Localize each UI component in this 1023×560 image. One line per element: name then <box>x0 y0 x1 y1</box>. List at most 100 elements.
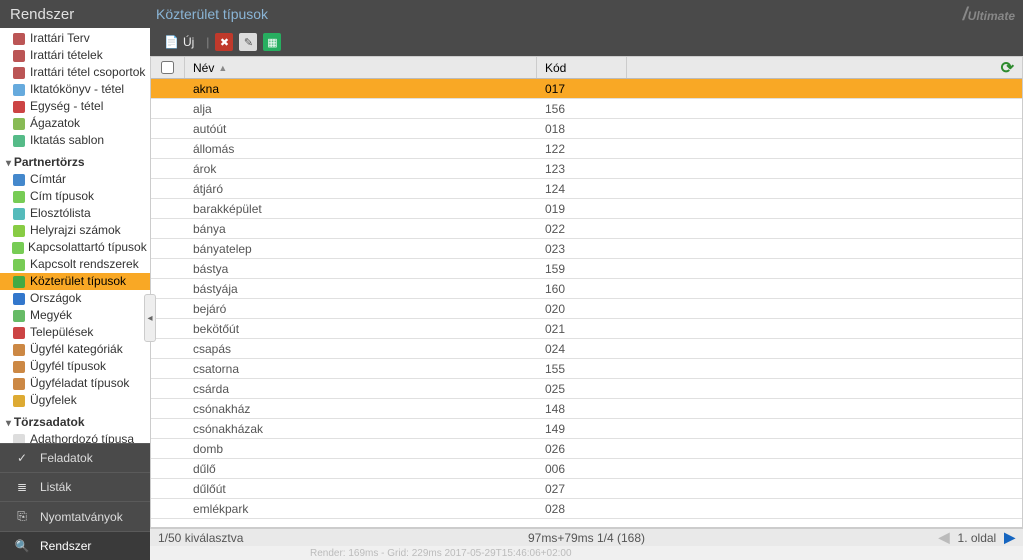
table-row[interactable]: bánya022 <box>151 219 1022 239</box>
nav-rendszer-label: Rendszer <box>40 539 91 553</box>
tree-megyek[interactable]: Megyék <box>0 307 150 324</box>
col-header-name[interactable]: Név ▲ <box>185 57 537 78</box>
table-row[interactable]: autóút018 <box>151 119 1022 139</box>
pager-next[interactable]: ▶ <box>1004 529 1015 546</box>
tree-ugyfel-kategoriak-label: Ügyfél kategóriák <box>30 342 123 357</box>
table-row[interactable]: csapás024 <box>151 339 1022 359</box>
tree-ugyfeladat-tipusok[interactable]: Ügyféladat típusok <box>0 375 150 392</box>
delete-button[interactable]: ✖ <box>215 33 233 51</box>
col-header-code[interactable]: Kód <box>537 57 627 78</box>
tree-ugyfel-tipusok[interactable]: Ügyfél típusok <box>0 358 150 375</box>
pager-prev[interactable]: ◀ <box>939 529 950 546</box>
select-all-checkbox[interactable] <box>161 61 174 74</box>
cell-name: domb <box>185 442 537 456</box>
table-row[interactable]: csónakházak149 <box>151 419 1022 439</box>
tree-iktatokonyv-tetel-label: Iktatókönyv - tétel <box>30 82 124 97</box>
sidebar-collapse-handle[interactable]: ◂ <box>144 294 156 342</box>
page-title: Közterület típusok <box>150 6 268 22</box>
refresh-icon[interactable]: ⟳ <box>1001 58 1014 78</box>
table-row[interactable]: bejáró020 <box>151 299 1022 319</box>
tree-kozterulet-tipusok[interactable]: Közterület típusok <box>0 273 150 290</box>
tree-irattari-tetel-csoportok[interactable]: Irattári tétel csoportok <box>0 64 150 81</box>
group-torzsadatok[interactable]: Törzsadatok <box>0 413 150 431</box>
tree-ugyfeladat-tipusok-icon <box>12 377 26 391</box>
tree-agazatok[interactable]: Ágazatok <box>0 115 150 132</box>
select-all-cell[interactable] <box>151 57 185 78</box>
table-row[interactable]: bástya159 <box>151 259 1022 279</box>
nav-feladatok-label: Feladatok <box>40 451 93 465</box>
tree-iktatokonyv-tetel-icon <box>12 83 26 97</box>
cell-name: dűlő <box>185 462 537 476</box>
table-row[interactable]: állomás122 <box>151 139 1022 159</box>
export-excel-button[interactable]: ▦ <box>263 33 281 51</box>
cell-code: 122 <box>537 142 627 156</box>
table-row[interactable]: csatorna155 <box>151 359 1022 379</box>
cell-name: csatorna <box>185 362 537 376</box>
cell-name: emlékpark <box>185 502 537 516</box>
grid-body: akna017alja156autóút018állomás122árok123… <box>151 79 1022 519</box>
cell-code: 019 <box>537 202 627 216</box>
tree-egyseg-tetel[interactable]: Egység - tétel <box>0 98 150 115</box>
group-partnertorzs[interactable]: Partnertörzs <box>0 153 150 171</box>
table-row[interactable]: bányatelep023 <box>151 239 1022 259</box>
cell-code: 028 <box>537 502 627 516</box>
table-row[interactable]: csónakház148 <box>151 399 1022 419</box>
cell-name: átjáró <box>185 182 537 196</box>
tree-ugyfelek-icon <box>12 394 26 408</box>
tree-adathordozo-tipusa-label: Adathordozó típusa <box>30 432 134 443</box>
table-row[interactable]: csárda025 <box>151 379 1022 399</box>
tree-elosztolista[interactable]: Elosztólista <box>0 205 150 222</box>
table-row[interactable]: árok123 <box>151 159 1022 179</box>
tree-kapcsolattarto-tipusok-label: Kapcsolattartó típusok <box>28 240 147 255</box>
tree-cim-tipusok[interactable]: Cím típusok <box>0 188 150 205</box>
tree-kozterulet-tipusok-label: Közterület típusok <box>30 274 126 289</box>
cell-name: bányatelep <box>185 242 537 256</box>
cell-code: 023 <box>537 242 627 256</box>
nav-feladatok[interactable]: ✓Feladatok <box>0 443 150 472</box>
tree-iktatas-sablon[interactable]: Iktatás sablon <box>0 132 150 149</box>
tree-elosztolista-icon <box>12 207 26 221</box>
tree-irattari-terv[interactable]: Irattári Terv <box>0 30 150 47</box>
table-row[interactable]: dűlő006 <box>151 459 1022 479</box>
tree-kapcsolattarto-tipusok[interactable]: Kapcsolattartó típusok <box>0 239 150 256</box>
table-row[interactable]: alja156 <box>151 99 1022 119</box>
tree-ugyfel-kategoriak[interactable]: Ügyfél kategóriák <box>0 341 150 358</box>
nav-rendszer-icon: 🔍 <box>14 539 30 553</box>
table-row[interactable]: átjáró124 <box>151 179 1022 199</box>
table-row[interactable]: akna017 <box>151 79 1022 99</box>
edit-button[interactable]: ✎ <box>239 33 257 51</box>
tree-iktatokonyv-tetel[interactable]: Iktatókönyv - tétel <box>0 81 150 98</box>
separator: | <box>206 35 209 49</box>
tree-kapcsolt-rendszerek-icon <box>12 258 26 272</box>
table-row[interactable]: barakképület019 <box>151 199 1022 219</box>
cell-code: 017 <box>537 82 627 96</box>
tree-adathordozo-tipusa[interactable]: Adathordozó típusa <box>0 431 150 443</box>
tree-ugyfel-kategoriak-icon <box>12 343 26 357</box>
table-row[interactable]: bekötőút021 <box>151 319 1022 339</box>
tree-irattari-tetelek-icon <box>12 49 26 63</box>
cell-code: 022 <box>537 222 627 236</box>
table-row[interactable]: bástyája160 <box>151 279 1022 299</box>
tree-cimtar[interactable]: Címtár <box>0 171 150 188</box>
tree-ugyfel-tipusok-label: Ügyfél típusok <box>30 359 106 374</box>
nav-rendszer[interactable]: 🔍 Rendszer <box>0 531 150 560</box>
cell-code: 027 <box>537 482 627 496</box>
cell-code: 156 <box>537 102 627 116</box>
tree-helyrajzi-szamok[interactable]: Helyrajzi számok <box>0 222 150 239</box>
table-row[interactable]: domb026 <box>151 439 1022 459</box>
tree-orszagok[interactable]: Országok <box>0 290 150 307</box>
cell-name: autóút <box>185 122 537 136</box>
tree-telepulesek[interactable]: Települések <box>0 324 150 341</box>
cell-name: barakképület <box>185 202 537 216</box>
new-button[interactable]: 📄 Új <box>158 33 200 51</box>
tree-kapcsolt-rendszerek[interactable]: Kapcsolt rendszerek <box>0 256 150 273</box>
tree-kapcsolattarto-tipusok-icon <box>12 241 24 255</box>
nav-listak[interactable]: ≣Listák <box>0 472 150 501</box>
nav-nyomtatvanyok[interactable]: ⎘Nyomtatványok <box>0 501 150 531</box>
tree-ugyfelek[interactable]: Ügyfelek <box>0 392 150 409</box>
cell-code: 026 <box>537 442 627 456</box>
table-row[interactable]: dűlőút027 <box>151 479 1022 499</box>
new-label: Új <box>183 35 194 49</box>
table-row[interactable]: emlékpark028 <box>151 499 1022 519</box>
tree-irattari-tetelek[interactable]: Irattári tételek <box>0 47 150 64</box>
